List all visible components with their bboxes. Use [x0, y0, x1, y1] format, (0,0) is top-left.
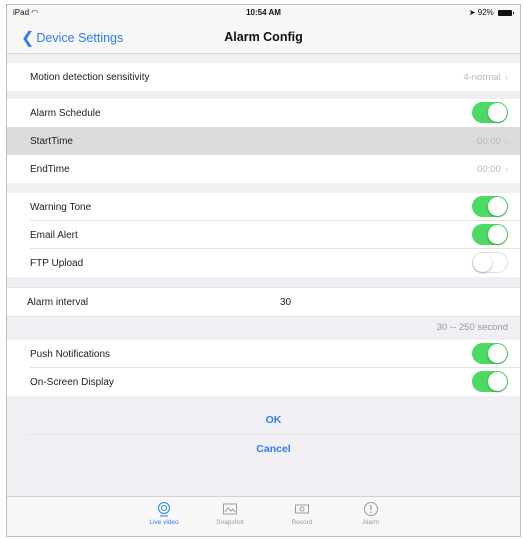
ok-button[interactable]: OK — [27, 406, 520, 434]
status-bar: iPad ◠ 10:54 AM ➤ 92% — [7, 5, 520, 21]
chevron-right-icon: › — [504, 72, 508, 83]
alarm-interval-row: Alarm interval — [7, 287, 520, 317]
tab-live-video[interactable]: Live video — [134, 501, 194, 526]
chevron-right-icon: › — [504, 164, 508, 175]
battery-percent: 92% — [477, 8, 494, 17]
status-time: 10:54 AM — [246, 8, 281, 17]
warning-tone-row: Warning Tone — [7, 193, 520, 221]
tab-alarm-label: Alarm — [362, 519, 380, 526]
alarm-schedule-toggle[interactable] — [472, 102, 508, 123]
navigation-bar: ❮ Device Settings Alarm Config — [7, 21, 520, 54]
email-alert-row: Email Alert — [7, 221, 520, 249]
start-time-row[interactable]: StartTime 00:00 › — [7, 127, 520, 155]
toggle-knob — [488, 197, 507, 216]
email-alert-label: Email Alert — [30, 230, 78, 241]
end-time-text: 00:00 — [477, 164, 501, 175]
on-screen-display-label: On-Screen Display — [30, 377, 114, 388]
toggle-knob — [488, 225, 507, 244]
motion-sensitivity-value: 4-normal › — [463, 72, 508, 83]
on-screen-display-toggle[interactable] — [472, 371, 508, 392]
location-icon: ➤ — [468, 8, 476, 17]
alarm-interval-input[interactable] — [278, 292, 512, 313]
push-notifications-toggle[interactable] — [472, 343, 508, 364]
start-time-text: 00:00 — [477, 136, 501, 147]
end-time-row[interactable]: EndTime 00:00 › — [7, 155, 520, 183]
warning-tone-toggle[interactable] — [472, 196, 508, 217]
tab-snapshot-label: Snapshot — [216, 519, 244, 526]
tab-record[interactable]: Record — [272, 501, 332, 526]
ipad-screen: iPad ◠ 10:54 AM ➤ 92% ❮ Device Settings A… — [6, 4, 521, 537]
ftp-upload-label: FTP Upload — [30, 258, 84, 269]
ftp-upload-row: FTP Upload — [7, 249, 520, 277]
on-screen-display-row: On-Screen Display — [7, 368, 520, 396]
cancel-button[interactable]: Cancel — [27, 435, 520, 463]
end-time-value: 00:00 › — [477, 164, 508, 175]
battery-indicator: ➤ 92% — [468, 8, 514, 17]
alarm-schedule-row: Alarm Schedule — [7, 99, 520, 127]
alarm-interval-label: Alarm interval — [27, 297, 89, 308]
alarm-icon — [364, 502, 378, 516]
toggle-knob — [488, 103, 507, 122]
alarm-schedule-label: Alarm Schedule — [30, 108, 101, 119]
page-title: Alarm Config — [224, 30, 303, 44]
motion-sensitivity-row[interactable]: Motion detection sensitivity 4-normal › — [7, 63, 520, 91]
end-time-label: EndTime — [30, 164, 70, 175]
motion-sensitivity-label: Motion detection sensitivity — [30, 72, 150, 83]
tab-bar: Live video Snapshot Record Alarm — [7, 496, 520, 536]
interval-range-hint: 30 -- 250 second — [436, 322, 508, 333]
live-video-icon — [158, 502, 170, 517]
start-time-value: 00:00 › — [477, 136, 508, 147]
email-alert-toggle[interactable] — [472, 224, 508, 245]
start-time-label: StartTime — [30, 136, 73, 147]
toggle-knob — [488, 372, 507, 391]
tab-snapshot[interactable]: Snapshot — [200, 501, 260, 526]
push-notifications-label: Push Notifications — [30, 349, 111, 360]
push-notifications-row: Push Notifications — [7, 340, 520, 368]
tab-record-label: Record — [291, 519, 313, 526]
chevron-right-icon: › — [504, 136, 508, 147]
warning-tone-label: Warning Tone — [30, 202, 92, 213]
ftp-upload-toggle[interactable] — [472, 252, 508, 273]
toggle-knob — [488, 344, 507, 363]
battery-icon — [498, 9, 514, 16]
toggle-knob — [473, 253, 492, 272]
tab-alarm[interactable]: Alarm — [341, 501, 401, 526]
snapshot-icon — [223, 503, 237, 515]
motion-sensitivity-text: 4-normal — [463, 72, 501, 83]
tab-live-video-label: Live video — [149, 519, 179, 526]
record-icon — [295, 504, 309, 514]
